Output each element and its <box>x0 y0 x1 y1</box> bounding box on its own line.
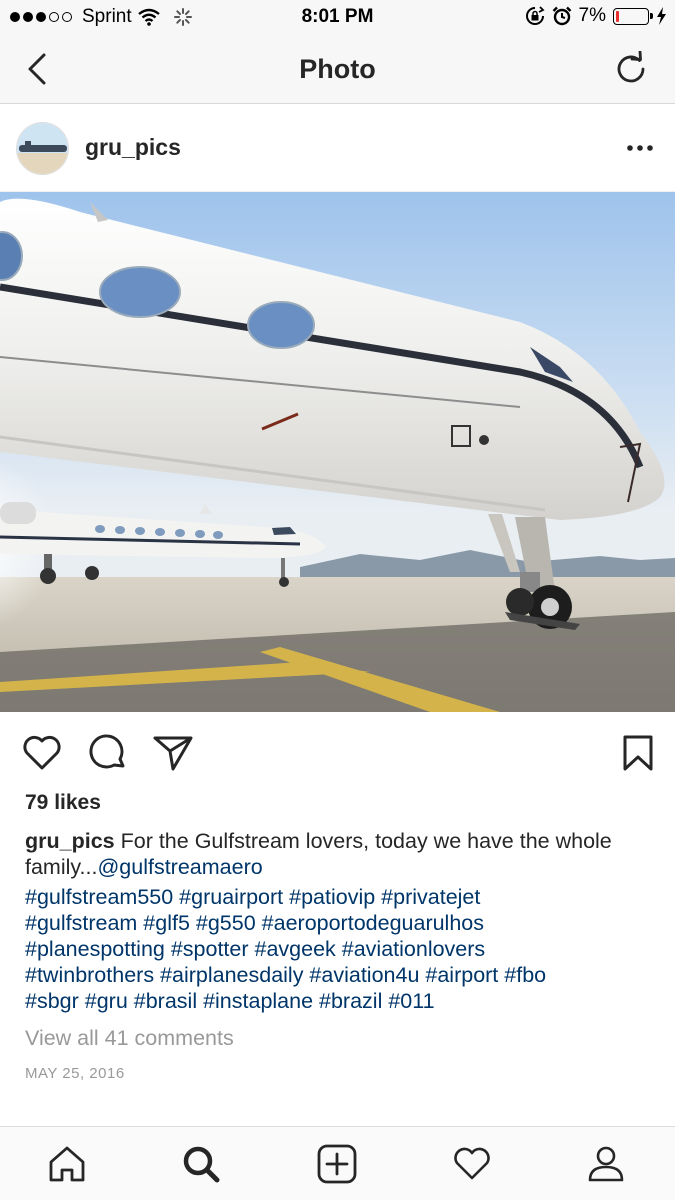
status-bar: Sprint 8:01 PM 7% <box>0 0 675 34</box>
view-all-comments-link[interactable]: View all 41 comments <box>25 1026 234 1051</box>
add-post-icon[interactable] <box>316 1143 358 1185</box>
battery-icon <box>613 7 653 25</box>
hashtag-line[interactable]: #gulfstream #glf5 #g550 #aeroportodeguar… <box>25 910 665 936</box>
orientation-lock-icon <box>525 6 545 26</box>
battery-level <box>616 10 619 22</box>
status-right: 7% <box>525 5 667 27</box>
caption-mention[interactable]: @gulfstreamaero <box>97 855 262 879</box>
post-caption: gru_pics For the Gulfstream lovers, toda… <box>25 828 655 880</box>
caption-username[interactable]: gru_pics <box>25 829 115 853</box>
tab-bar <box>0 1126 675 1200</box>
charging-bolt-icon <box>656 7 667 25</box>
heart-icon[interactable] <box>21 732 63 774</box>
signal-strength-icon <box>10 12 72 22</box>
profile-icon[interactable] <box>585 1143 627 1185</box>
hashtag-line[interactable]: #twinbrothers #airplanesdaily #aviation4… <box>25 962 665 988</box>
status-left: Sprint <box>10 6 192 28</box>
post-username[interactable]: gru_pics <box>85 134 181 161</box>
hashtag-line[interactable]: #gulfstream550 #gruairport #patiovip #pr… <box>25 884 665 910</box>
page-title: Photo <box>299 54 376 84</box>
home-icon[interactable] <box>46 1143 88 1185</box>
comment-icon[interactable] <box>87 732 129 774</box>
loading-spinner-icon <box>173 8 192 26</box>
avatar[interactable] <box>16 122 69 175</box>
caption-hashtags: #gulfstream550 #gruairport #patiovip #pr… <box>25 884 665 1014</box>
share-icon[interactable] <box>152 732 194 774</box>
activity-heart-icon[interactable] <box>451 1143 493 1185</box>
battery-percent: 7% <box>578 5 606 26</box>
refresh-icon[interactable] <box>613 51 649 87</box>
likes-count[interactable]: 79 likes <box>25 791 101 815</box>
post-header: gru_pics <box>0 105 675 192</box>
wifi-icon <box>137 8 160 26</box>
post-photo[interactable] <box>0 192 675 712</box>
bookmark-icon[interactable] <box>617 732 659 774</box>
more-horizontal-icon[interactable] <box>625 135 655 161</box>
hashtag-line[interactable]: #sbgr #gru #brasil #instaplane #brazil #… <box>25 988 665 1014</box>
hashtag-line[interactable]: #planespotting #spotter #avgeek #aviatio… <box>25 936 665 962</box>
alarm-icon <box>552 6 572 26</box>
carrier-name: Sprint <box>82 6 132 27</box>
chevron-left-icon[interactable] <box>22 51 56 87</box>
nav-bar: Photo <box>0 34 675 104</box>
post-actions <box>0 712 675 792</box>
post-date: MAY 25, 2016 <box>25 1065 125 1082</box>
search-icon[interactable] <box>180 1143 222 1185</box>
